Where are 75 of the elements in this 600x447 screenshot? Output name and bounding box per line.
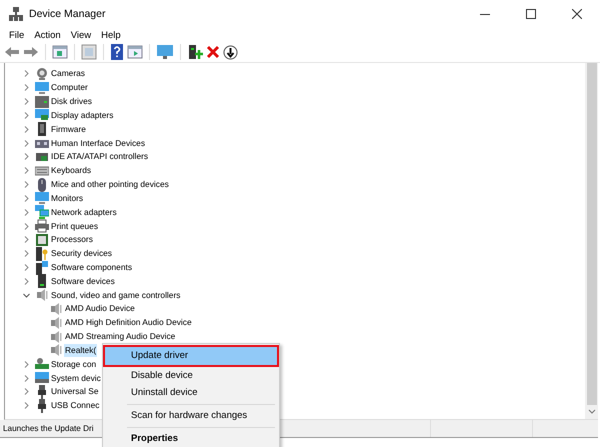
tree-item[interactable]: Mice and other pointing devices — [50, 178, 170, 192]
tree-item[interactable]: Print queues — [50, 220, 100, 233]
speaker-icon — [49, 302, 63, 316]
tree-item[interactable]: Sound, video and game controllers — [50, 288, 182, 302]
forward-icon[interactable] — [23, 45, 39, 59]
menu-item[interactable]: Disable device — [105, 368, 277, 384]
tree-item[interactable]: Display adapters — [50, 108, 114, 122]
usb-icon — [35, 398, 49, 413]
menu-item[interactable]: Help — [96, 30, 126, 40]
menu-item[interactable]: Scan for hardware changes — [105, 408, 277, 424]
tree-item[interactable]: Storage con — [50, 358, 98, 371]
tree-item[interactable]: Disk drives — [50, 95, 93, 108]
component-icon — [35, 260, 49, 275]
tree-item[interactable]: AMD Audio Device — [64, 302, 136, 316]
speaker-icon — [49, 330, 63, 344]
chip-icon — [35, 122, 49, 136]
computer-icon — [35, 80, 49, 95]
tree-item[interactable]: Human Interface Devices — [50, 136, 146, 150]
security-icon — [35, 246, 49, 261]
tree-item[interactable]: Processors — [50, 233, 94, 246]
menu-item[interactable]: File — [4, 30, 30, 40]
tree-item[interactable]: Software devices — [50, 274, 116, 288]
tree-item[interactable]: Security devices — [50, 247, 113, 260]
display-adapter-icon — [35, 108, 49, 122]
mouse-icon — [35, 178, 49, 192]
window-icon[interactable] — [127, 45, 143, 59]
scrollbar[interactable] — [585, 63, 598, 419]
keyboard-icon — [35, 164, 49, 178]
tree-item[interactable]: USB Connec — [50, 399, 100, 412]
menu-item[interactable]: Action — [29, 30, 66, 40]
close-icon — [572, 9, 582, 19]
back-icon[interactable] — [4, 45, 20, 59]
tree-item[interactable]: Keyboards — [50, 164, 92, 178]
printer-icon — [35, 219, 49, 234]
menu-item[interactable]: Properties — [105, 431, 277, 447]
tree-item[interactable]: Network adapters — [50, 206, 118, 219]
tree-item[interactable]: Computer — [50, 81, 89, 94]
device-icon — [35, 274, 49, 288]
scrollbar-thumb[interactable] — [586, 63, 596, 405]
tree-item[interactable]: Monitors — [50, 192, 84, 205]
app-icon — [9, 7, 23, 21]
download-icon[interactable] — [223, 44, 238, 60]
menu-item[interactable]: View — [66, 30, 96, 40]
menu-item[interactable]: Update driver — [105, 347, 277, 365]
speaker-icon — [35, 288, 49, 302]
tree-item[interactable]: IDE ATA/ATAPI controllers — [50, 150, 150, 164]
storage-icon — [35, 357, 49, 372]
speaker-icon — [49, 316, 63, 330]
status-text: Launches the Update Dri — [2, 424, 94, 433]
tree-item[interactable]: AMD Streaming Audio Device — [64, 330, 176, 344]
scroll-down-icon[interactable] — [588, 409, 596, 415]
tree-item[interactable]: Universal Se — [50, 385, 100, 398]
menu-item[interactable]: Uninstall device — [105, 385, 277, 401]
disk-drive-icon — [35, 94, 49, 109]
properties-icon[interactable] — [81, 44, 97, 60]
window-title: Device Manager — [29, 8, 106, 20]
speaker-icon — [49, 343, 63, 358]
delete-icon[interactable] — [206, 45, 220, 59]
tree-item[interactable]: AMD High Definition Audio Device — [64, 316, 193, 330]
system-icon — [35, 371, 49, 386]
monitor-icon[interactable] — [156, 44, 174, 60]
help-icon[interactable] — [110, 44, 124, 60]
add-driver-icon[interactable] — [187, 44, 203, 60]
network-icon — [35, 205, 49, 220]
maximize-icon — [526, 9, 536, 19]
tree-item[interactable]: System devic — [50, 372, 102, 385]
usb-icon — [35, 384, 49, 399]
window-icon[interactable] — [52, 45, 68, 59]
processor-icon — [35, 232, 49, 247]
tree-item[interactable]: Realtek( — [64, 344, 98, 357]
monitor-icon — [35, 191, 49, 206]
camera-icon — [35, 66, 49, 81]
tree-item[interactable]: Firmware — [50, 122, 87, 136]
tree-item[interactable]: Software components — [50, 261, 134, 274]
tree-item[interactable]: Cameras — [50, 67, 86, 80]
